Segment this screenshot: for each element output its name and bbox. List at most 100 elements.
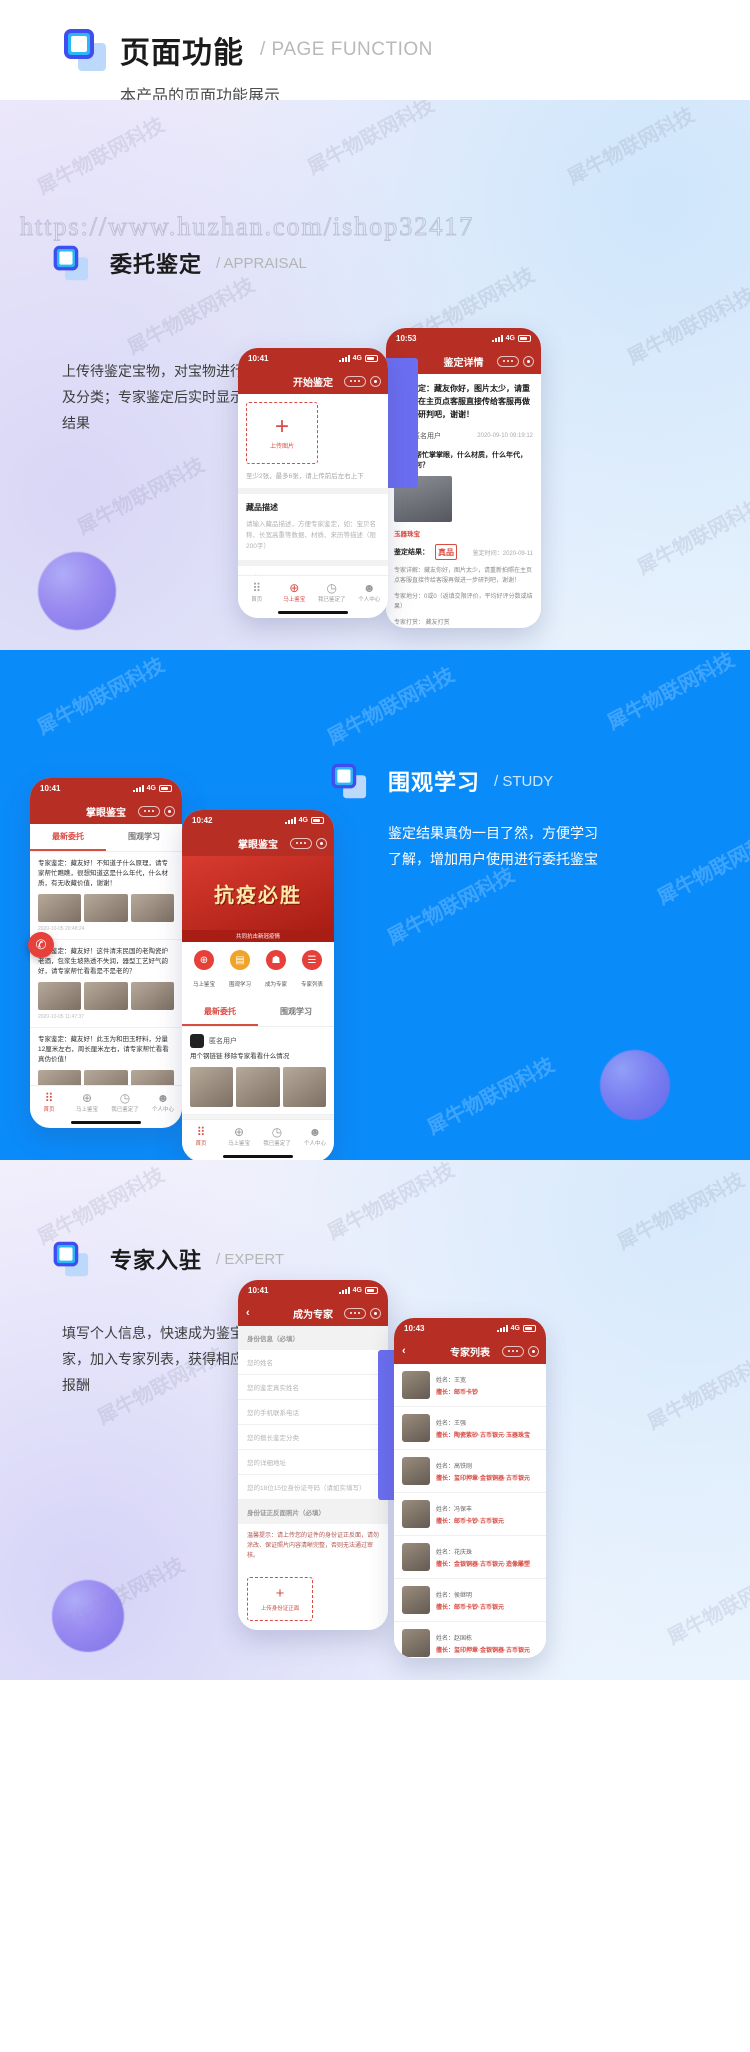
chevron-left-icon[interactable]: ‹ xyxy=(402,1345,406,1357)
quick-action-list[interactable]: ☰ 专家列表 xyxy=(294,950,330,991)
tab-latest-entrust[interactable]: 最新委托 xyxy=(182,999,258,1026)
section-expert: 犀牛物联网科技 犀牛物联网科技 犀牛物联网科技 犀牛物联网科技 犀牛物联网科技 … xyxy=(0,1160,750,1680)
name-label: 姓名： xyxy=(436,1506,455,1513)
more-icon[interactable] xyxy=(497,355,519,367)
nav-capsule[interactable] xyxy=(344,375,381,387)
nav-capsule[interactable] xyxy=(138,805,175,817)
target-icon[interactable] xyxy=(370,1307,381,1319)
list-item[interactable]: 匿名用户 用个钢链链 移除专家看看什么情况 xyxy=(182,1027,334,1115)
list-item[interactable]: 专家鉴定：藏友好！这件清末民国的老陶瓷炉老酒，包浆生坡熟透不失润，器型工艺好气韵… xyxy=(30,940,182,1028)
target-icon[interactable] xyxy=(316,837,327,849)
avatar xyxy=(402,1500,430,1528)
tab-appraise[interactable]: ⊕ 马上鉴宝 xyxy=(68,1092,106,1114)
chevron-left-icon[interactable]: ‹ xyxy=(246,1307,250,1319)
page-title: 页面功能 xyxy=(120,37,244,70)
battery-icon xyxy=(311,816,324,824)
list-item-date: 2020-10-05 11:47:37 xyxy=(38,1014,85,1020)
clock-icon: ◷ xyxy=(271,1125,283,1139)
quick-action-expert[interactable]: ☗ 成为专家 xyxy=(258,950,294,991)
upload-image-button[interactable]: + 上传图片 xyxy=(246,402,318,464)
network-type: 4G xyxy=(146,784,156,792)
field-category[interactable]: 您的擅长鉴定分类 xyxy=(238,1425,388,1450)
tab-study[interactable]: 围观学习 xyxy=(258,999,334,1026)
watermark-brand: 犀牛物联网科技 xyxy=(34,654,169,740)
expert-row[interactable]: 姓名：冯保丰 擅长：邮币卡钞·古币银元 xyxy=(394,1493,546,1536)
nav-capsule[interactable] xyxy=(502,1345,539,1357)
tab-label: 首页 xyxy=(195,1141,207,1147)
tab-home[interactable]: ⠿ 首页 xyxy=(182,1126,220,1148)
tab-history[interactable]: ◷ 我已鉴定了 xyxy=(258,1125,296,1148)
status-time: 10:41 xyxy=(248,353,269,363)
section-description: 鉴定结果真伪一目了然，方便学习了解，增加用户使用进行委托鉴宝 xyxy=(388,825,598,867)
tab-label: 个人中心 xyxy=(303,1141,326,1147)
more-icon[interactable] xyxy=(290,837,312,849)
upload-id-front-button[interactable]: + 上传身份证正面 xyxy=(247,1577,313,1621)
quick-action-appraise[interactable]: ⊕ 马上鉴宝 xyxy=(186,950,222,991)
list-item[interactable]: 专家鉴定：藏友好！不知道子什么原理，请专家帮忙瞧瞧，很想知道这是什么年代，什么材… xyxy=(30,852,182,940)
tab-label: 首页 xyxy=(251,597,263,603)
list-item[interactable]: 专家鉴定：藏友好！此玉为和田玉籽料，分量12厘米左右，周长厘米左右，请专家帮忙看… xyxy=(30,1028,182,1085)
list-item-date: 2020-10-05 20:48:24 xyxy=(38,926,85,932)
more-icon[interactable] xyxy=(344,1307,366,1319)
floating-call-button[interactable]: ✆ xyxy=(28,932,54,958)
more-icon[interactable] xyxy=(344,375,366,387)
avatar xyxy=(402,1414,430,1442)
quick-action-learn[interactable]: ▤ 围观学习 xyxy=(222,950,258,991)
field-name[interactable]: 您的姓名 xyxy=(238,1350,388,1375)
learn-icon: ▤ xyxy=(230,950,250,970)
field-id-number[interactable]: 您的18位15位身份证号码（请如实填写） xyxy=(238,1475,388,1500)
tab-home[interactable]: ⠿ 首页 xyxy=(30,1092,68,1114)
tab-latest-entrust[interactable]: 最新委托 xyxy=(30,824,106,851)
expert-row[interactable]: 姓名：花庆珠 擅长：金银铜器·古币银元·造像雕塑 xyxy=(394,1536,546,1579)
tab-home[interactable]: ⠿ 首页 xyxy=(238,582,276,604)
nav-capsule[interactable] xyxy=(344,1307,381,1319)
user-icon: ☻ xyxy=(308,1125,322,1139)
tab-history[interactable]: ◷ 我已鉴定了 xyxy=(313,582,351,604)
target-icon[interactable] xyxy=(370,375,381,387)
result-detail: 专家详解：藏友你好，图片太少，请重新拍照在主页点客服直接传给客服再做进一步研判吧… xyxy=(394,568,533,584)
appraise-icon: ⊕ xyxy=(194,950,214,970)
status-indicators: 4G xyxy=(284,816,324,824)
list-item-text: 用个钢链链 移除专家看看什么情况 xyxy=(190,1053,290,1060)
avatar xyxy=(402,1543,430,1571)
page-title-en: / PAGE FUNCTION xyxy=(260,39,433,60)
tab-appraise[interactable]: ⊕ 马上鉴宝 xyxy=(276,582,314,604)
expert-row[interactable]: 姓名：王强 擅长：陶瓷紫砂·古币银元·玉器珠宝 xyxy=(394,1407,546,1450)
signal-icon xyxy=(132,784,144,792)
field-phone[interactable]: 您的手机联系电话 xyxy=(238,1400,388,1425)
expert-row[interactable]: 姓名：高铁刚 擅长：玺印押章·金银铜器·古币银元 xyxy=(394,1450,546,1493)
tab-label: 首页 xyxy=(43,1107,55,1113)
list-item-text: 专家鉴定：藏友好！这件清末民国的老陶瓷炉老酒，包浆生坡熟透不失润，器型工艺好气韵… xyxy=(38,948,168,975)
tab-profile[interactable]: ☻ 个人中心 xyxy=(296,1125,334,1148)
expert-row[interactable]: 姓名：王宽 擅长：邮币卡钞 xyxy=(394,1364,546,1407)
network-type: 4G xyxy=(505,334,515,342)
expert-row[interactable]: 姓名：侯继明 擅长：邮币卡钞·古币银元 xyxy=(394,1579,546,1622)
nav-capsule[interactable] xyxy=(497,355,534,367)
target-icon[interactable] xyxy=(164,805,175,817)
nav-capsule[interactable] xyxy=(290,837,327,849)
more-icon[interactable] xyxy=(502,1345,524,1357)
tab-history[interactable]: ◷ 我已鉴定了 xyxy=(106,1092,144,1114)
promo-banner[interactable]: 抗疫必胜 xyxy=(182,856,334,930)
watermark-brand: 犀牛物联网科技 xyxy=(644,1349,750,1435)
app-square-icon xyxy=(52,1241,91,1277)
field-real-name[interactable]: 您的鉴定真实姓名 xyxy=(238,1375,388,1400)
tab-profile[interactable]: ☻ 个人中心 xyxy=(144,1092,182,1114)
field-address[interactable]: 您的详细地址 xyxy=(238,1450,388,1475)
quick-label: 围观学习 xyxy=(228,982,251,988)
expert-row[interactable]: 姓名：赵国栋 擅长：玺印押章·金银铜器·古币银元 xyxy=(394,1622,546,1658)
description-input[interactable]: 请输入藏品描述，方便专家鉴定，如：宝贝名称、长宽高重等数据、材质、来历等描述（限… xyxy=(246,519,380,552)
nav-bar: 开始鉴定 xyxy=(238,368,388,394)
watermark-brand: 犀牛物联网科技 xyxy=(614,1169,749,1255)
field-label: 擅长： xyxy=(436,1647,455,1654)
tab-appraise[interactable]: ⊕ 马上鉴宝 xyxy=(220,1126,258,1148)
tab-profile[interactable]: ☻ 个人中心 xyxy=(351,582,389,604)
status-indicators: 4G xyxy=(338,1286,378,1294)
status-indicators: 4G xyxy=(338,354,378,362)
signal-icon xyxy=(491,334,503,342)
more-icon[interactable] xyxy=(138,805,160,817)
tab-study[interactable]: 围观学习 xyxy=(106,824,182,851)
target-icon[interactable] xyxy=(523,355,534,367)
target-icon[interactable] xyxy=(528,1345,539,1357)
expert-field: 金银铜器·古币银元·造像雕塑 xyxy=(454,1561,531,1568)
